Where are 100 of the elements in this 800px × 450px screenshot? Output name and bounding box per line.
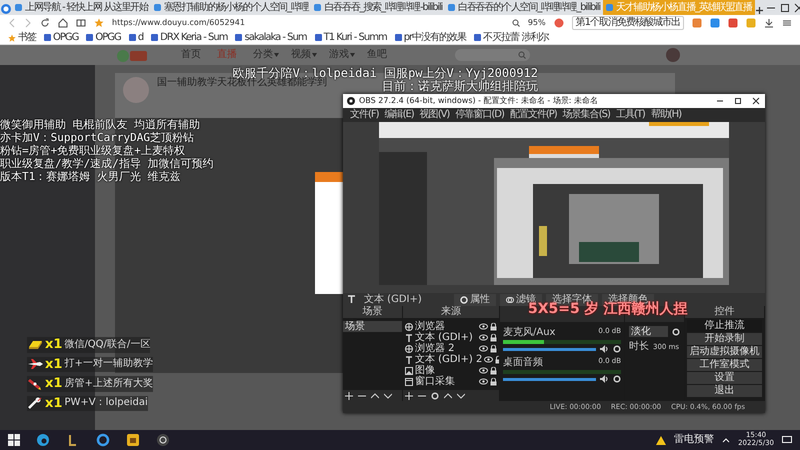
close-icon[interactable]	[751, 96, 761, 106]
source-item[interactable]: 窗口采集	[415, 376, 477, 387]
menu-item[interactable]: 场景集合(S)	[560, 109, 613, 121]
window-icon	[405, 378, 413, 386]
maximize-icon[interactable]	[733, 96, 743, 106]
gift-count: x1	[45, 356, 62, 372]
overlay-text: 粉钻=房管+免费职业级复盘+上麦特权	[0, 144, 185, 158]
bookmark-label: 书签	[18, 32, 36, 44]
plane-icon	[27, 358, 43, 371]
bookmark-label: 不灭拉蕾 涉利尔	[483, 32, 548, 44]
download-icon[interactable]	[764, 18, 774, 28]
lock-icon[interactable]	[490, 322, 497, 330]
channel-name: 桌面音频	[503, 357, 543, 369]
reload-icon[interactable]	[40, 18, 50, 28]
menu-icon[interactable]	[782, 18, 792, 28]
volume-slider[interactable]	[503, 348, 596, 350]
reader-icon[interactable]	[76, 18, 86, 28]
bookmark-link[interactable]: sakalaka - Sum	[231, 32, 311, 44]
app-icon[interactable]	[126, 433, 140, 447]
eye-icon[interactable]	[479, 367, 488, 374]
gift-label: PW+V：lolpeidai	[64, 397, 148, 410]
zoom-level[interactable]: 95%	[528, 18, 546, 28]
bookmark-link[interactable]: 书签	[4, 32, 40, 44]
bookmark-link[interactable]: DRX Keria - Sum	[147, 32, 232, 44]
menu-item[interactable]: 文件(F)	[347, 109, 382, 121]
browser-tab[interactable]: 白吞吞吞_搜索_哔哩哔哩-bilibili	[311, 0, 446, 15]
bookmark-link[interactable]: pr中没有的效果	[390, 32, 470, 44]
home-icon[interactable]	[58, 18, 68, 28]
bookmark-link[interactable]: OPGG	[40, 32, 82, 44]
transition-select[interactable]: 淡化	[629, 326, 668, 337]
search-field[interactable]: 第1个取消免费核酸城市出	[572, 16, 684, 30]
menu-item[interactable]: 停靠窗口(D)	[452, 109, 507, 121]
speaker-icon[interactable]	[600, 375, 609, 383]
caret-icon[interactable]	[722, 437, 730, 443]
browser-icon[interactable]	[96, 433, 110, 447]
control-button[interactable]: 开始录制	[687, 333, 762, 345]
bookmark-label: OPGG	[95, 32, 121, 44]
gift-label: 打+一对一辅助教学	[64, 358, 153, 370]
lock-icon[interactable]	[490, 378, 497, 386]
menu-item[interactable]: 编辑(E)	[382, 109, 417, 121]
bookmark-link[interactable]: 不灭拉蕾 涉利尔	[470, 32, 552, 44]
zoom-icon	[512, 19, 520, 27]
overlay-text: 职业级复盘/教学/速成/指导 加微信可预约	[0, 157, 214, 170]
star-icon[interactable]	[94, 18, 104, 28]
notification-icon[interactable]	[782, 435, 792, 445]
search-field[interactable]	[455, 49, 530, 61]
browser-tab[interactable]: 白吞吞吞的个人空间_哔哩哔哩_bilibili	[445, 0, 603, 15]
control-button[interactable]: 设置	[687, 372, 762, 384]
lock-icon[interactable]	[490, 344, 497, 352]
obs-logo-icon	[347, 97, 355, 105]
search-engine-icon[interactable]	[554, 18, 564, 28]
move-down-icon[interactable]	[384, 392, 392, 400]
text-source-icon	[405, 356, 413, 364]
toolbar-button[interactable]: 属性	[454, 294, 496, 306]
menu-item[interactable]: 配置文件(P)	[506, 109, 560, 121]
new-tab-icon[interactable]	[754, 6, 764, 15]
control-button[interactable]: 工作室模式	[687, 359, 762, 371]
source-item[interactable]: 图像	[415, 365, 477, 376]
edge-icon[interactable]	[36, 433, 50, 447]
lock-icon[interactable]	[490, 334, 497, 342]
lock-icon[interactable]	[490, 366, 497, 374]
source-item[interactable]: 文本 (GDI+) 2	[415, 354, 482, 365]
source-item[interactable]: 浏览器	[415, 321, 477, 332]
bookmark-label: pr中没有的效果	[404, 32, 466, 44]
eye-icon[interactable]	[484, 356, 494, 363]
eye-icon[interactable]	[479, 334, 488, 341]
bookmark-link[interactable]: OPGG	[82, 32, 125, 44]
bookmark-label: sakalaka - Sum	[244, 32, 307, 44]
eye-icon[interactable]	[479, 378, 488, 385]
address-field[interactable]: https://www.douyu.com/6052941	[112, 18, 245, 28]
browser-tab[interactable]: 塞恩打辅助的杨小杨的个人空间_哔哩	[150, 0, 312, 15]
gift-label: 房管+上述所有大奖	[64, 378, 153, 390]
move-down-icon[interactable]	[457, 392, 465, 400]
dock-header: 场景	[343, 306, 402, 318]
weather-alert[interactable]: 雷电预警	[674, 434, 714, 446]
control-button[interactable]: 退出	[687, 385, 762, 397]
add-icon[interactable]	[405, 392, 413, 400]
move-up-icon[interactable]	[444, 392, 452, 400]
bookmark-link[interactable]: T1 Kuri - Summ	[310, 32, 391, 44]
add-icon[interactable]	[345, 392, 353, 400]
bookmark-link[interactable]: d	[124, 32, 148, 44]
warning-icon	[656, 436, 666, 444]
bookmark-label: OPGG	[53, 32, 78, 44]
bookmark-label: d	[138, 32, 144, 44]
menu-item[interactable]: 视图(V)	[416, 109, 452, 121]
eye-icon[interactable]	[479, 323, 488, 330]
duration-label: 时长	[629, 341, 649, 353]
source-item[interactable]: 文本 (GDI+)	[415, 332, 477, 343]
eye-icon[interactable]	[479, 345, 488, 352]
menu-item[interactable]: 帮助(H)	[648, 109, 684, 121]
menu-item[interactable]: 工具(T)	[612, 109, 648, 121]
scene-item[interactable]: 场景	[343, 321, 402, 332]
control-button[interactable]: 启动虚拟摄像机	[687, 346, 762, 358]
browser-tab[interactable]: 上网导航 - 轻快上网 从这里开始	[12, 0, 151, 15]
start-icon[interactable]	[8, 434, 20, 446]
move-up-icon[interactable]	[371, 392, 379, 400]
source-item[interactable]: 浏览器 2	[415, 343, 477, 354]
volume-slider[interactable]	[503, 378, 596, 380]
speaker-icon[interactable]	[600, 345, 609, 353]
obs-icon[interactable]	[156, 433, 170, 447]
